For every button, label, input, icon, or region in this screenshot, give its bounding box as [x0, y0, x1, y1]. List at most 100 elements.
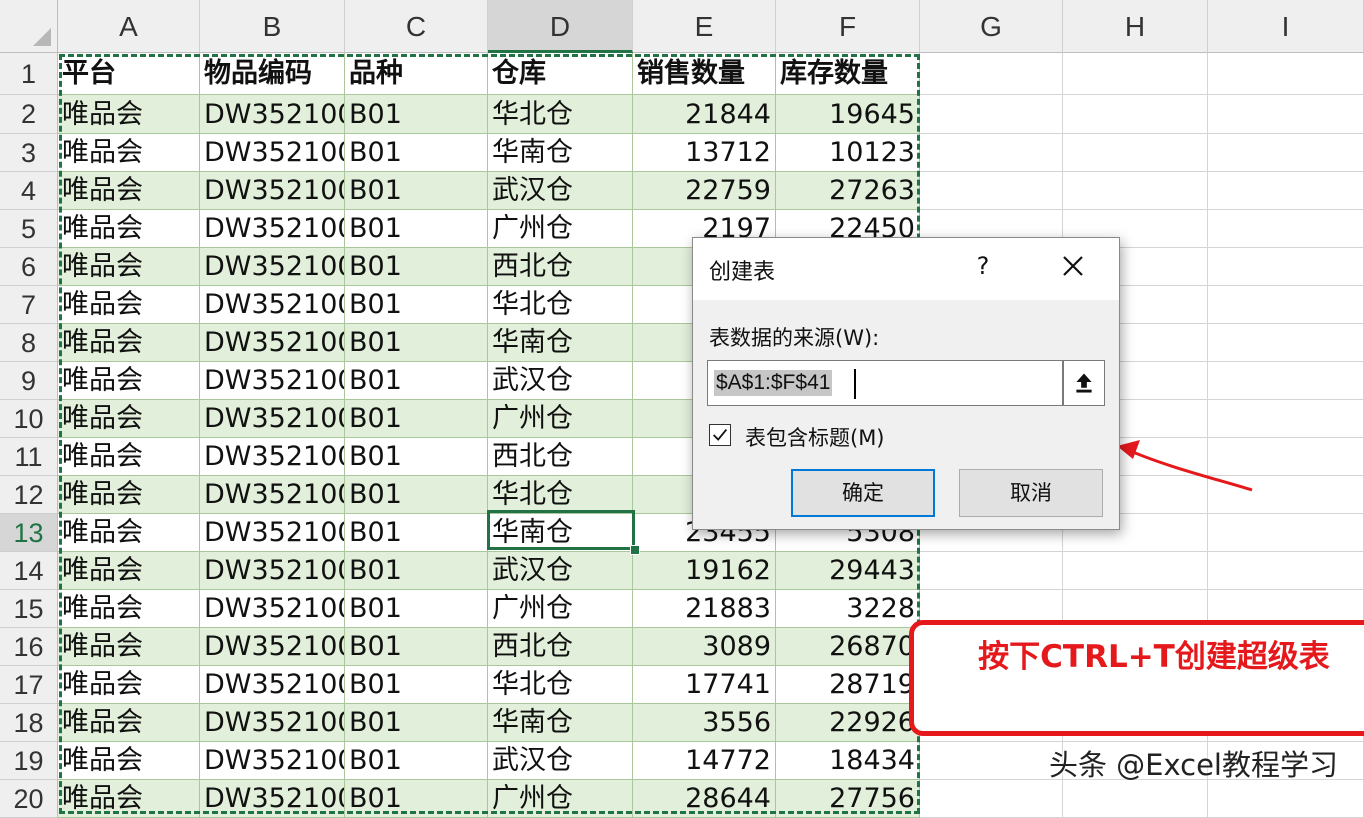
grid-cell[interactable]: B01 [345, 438, 488, 476]
grid-cell[interactable]: 唯品会 [58, 324, 200, 362]
grid-cell[interactable] [920, 53, 1063, 95]
grid-cell[interactable]: B01 [345, 134, 488, 172]
table-header-cell[interactable]: 平台 [58, 53, 200, 95]
column-header-f[interactable]: F [776, 0, 920, 53]
grid-cell[interactable]: B01 [345, 210, 488, 248]
grid-cell[interactable]: DW352100 [200, 95, 345, 134]
grid-cell[interactable]: 唯品会 [58, 248, 200, 286]
grid-cell[interactable]: DW352100 [200, 666, 345, 704]
grid-cell[interactable]: 唯品会 [58, 400, 200, 438]
column-header-e[interactable]: E [633, 0, 776, 53]
grid-cell[interactable]: 唯品会 [58, 514, 200, 552]
grid-cell[interactable]: DW352100 [200, 210, 345, 248]
grid-cell[interactable]: 唯品会 [58, 704, 200, 742]
grid-cell[interactable] [1063, 552, 1208, 590]
grid-cell[interactable] [920, 552, 1063, 590]
grid-cell[interactable] [1208, 552, 1364, 590]
column-header-c[interactable]: C [345, 0, 488, 53]
grid-cell[interactable]: DW352100 [200, 590, 345, 628]
grid-cell[interactable] [1063, 53, 1208, 95]
row-header-18[interactable]: 18 [0, 704, 58, 742]
grid-cell[interactable]: 22759 [633, 172, 776, 210]
grid-cell[interactable]: DW352100 [200, 476, 345, 514]
grid-cell[interactable]: DW352100 [200, 514, 345, 552]
grid-cell[interactable]: B01 [345, 400, 488, 438]
grid-cell[interactable]: 广州仓 [488, 780, 633, 818]
help-button[interactable]: ? [971, 252, 995, 280]
grid-cell[interactable]: 广州仓 [488, 400, 633, 438]
grid-cell[interactable]: B01 [345, 704, 488, 742]
grid-cell[interactable] [1208, 210, 1364, 248]
grid-cell[interactable] [1063, 780, 1208, 818]
grid-cell[interactable]: 14772 [633, 742, 776, 780]
grid-cell[interactable]: 唯品会 [58, 438, 200, 476]
grid-cell[interactable]: 21883 [633, 590, 776, 628]
grid-cell[interactable]: 26870 [776, 628, 920, 666]
grid-cell[interactable] [1208, 53, 1364, 95]
grid-cell[interactable] [1208, 514, 1364, 552]
grid-cell[interactable]: B01 [345, 666, 488, 704]
grid-cell[interactable]: DW352100 [200, 172, 345, 210]
grid-cell[interactable]: B01 [345, 324, 488, 362]
grid-cell[interactable]: DW352100 [200, 134, 345, 172]
row-header-2[interactable]: 2 [0, 95, 58, 134]
grid-cell[interactable] [1208, 134, 1364, 172]
grid-cell[interactable]: 华北仓 [488, 95, 633, 134]
grid-cell[interactable]: 29443 [776, 552, 920, 590]
column-header-g[interactable]: G [920, 0, 1063, 53]
column-header-h[interactable]: H [1063, 0, 1208, 53]
grid-cell[interactable]: B01 [345, 248, 488, 286]
grid-cell[interactable]: B01 [345, 780, 488, 818]
grid-cell[interactable]: 西北仓 [488, 628, 633, 666]
grid-cell[interactable]: DW352100 [200, 362, 345, 400]
row-header-20[interactable]: 20 [0, 780, 58, 818]
grid-cell[interactable]: B01 [345, 172, 488, 210]
grid-cell[interactable]: 华南仓 [488, 134, 633, 172]
grid-cell[interactable]: 18434 [776, 742, 920, 780]
grid-cell[interactable]: DW352100 [200, 742, 345, 780]
row-header-9[interactable]: 9 [0, 362, 58, 400]
grid-cell[interactable]: 广州仓 [488, 590, 633, 628]
row-header-15[interactable]: 15 [0, 590, 58, 628]
grid-cell[interactable] [1063, 134, 1208, 172]
row-header-4[interactable]: 4 [0, 172, 58, 210]
row-header-3[interactable]: 3 [0, 134, 58, 172]
grid-cell[interactable]: 唯品会 [58, 210, 200, 248]
row-header-11[interactable]: 11 [0, 438, 58, 476]
grid-cell[interactable] [1208, 438, 1364, 476]
grid-cell[interactable]: 3556 [633, 704, 776, 742]
grid-cell[interactable]: 华南仓 [488, 324, 633, 362]
select-all-corner[interactable] [0, 0, 58, 53]
grid-cell[interactable]: B01 [345, 514, 488, 552]
grid-cell[interactable]: 19645 [776, 95, 920, 134]
grid-cell[interactable]: DW352100 [200, 438, 345, 476]
grid-cell[interactable]: 唯品会 [58, 742, 200, 780]
grid-cell[interactable]: DW352100 [200, 780, 345, 818]
grid-cell[interactable]: B01 [345, 476, 488, 514]
grid-cell[interactable] [1063, 172, 1208, 210]
grid-cell[interactable] [1208, 286, 1364, 324]
table-header-cell[interactable]: 物品编码 [200, 53, 345, 95]
row-header-17[interactable]: 17 [0, 666, 58, 704]
grid-cell[interactable]: 唯品会 [58, 590, 200, 628]
grid-cell[interactable]: B01 [345, 286, 488, 324]
grid-cell[interactable] [920, 172, 1063, 210]
ok-button[interactable]: 确定 [791, 469, 935, 517]
grid-cell[interactable] [920, 780, 1063, 818]
grid-cell[interactable]: B01 [345, 590, 488, 628]
grid-cell[interactable]: DW352100 [200, 400, 345, 438]
grid-cell[interactable]: 广州仓 [488, 210, 633, 248]
grid-cell[interactable]: B01 [345, 742, 488, 780]
grid-cell[interactable] [1063, 95, 1208, 134]
grid-cell[interactable] [1208, 362, 1364, 400]
grid-cell[interactable]: DW352100 [200, 248, 345, 286]
grid-cell[interactable]: 武汉仓 [488, 362, 633, 400]
grid-cell[interactable]: 唯品会 [58, 476, 200, 514]
table-header-cell[interactable]: 品种 [345, 53, 488, 95]
table-header-cell[interactable]: 仓库 [488, 53, 633, 95]
row-header-8[interactable]: 8 [0, 324, 58, 362]
grid-cell[interactable] [1208, 248, 1364, 286]
active-cell-d13[interactable] [487, 510, 635, 550]
row-header-10[interactable]: 10 [0, 400, 58, 438]
row-header-19[interactable]: 19 [0, 742, 58, 780]
